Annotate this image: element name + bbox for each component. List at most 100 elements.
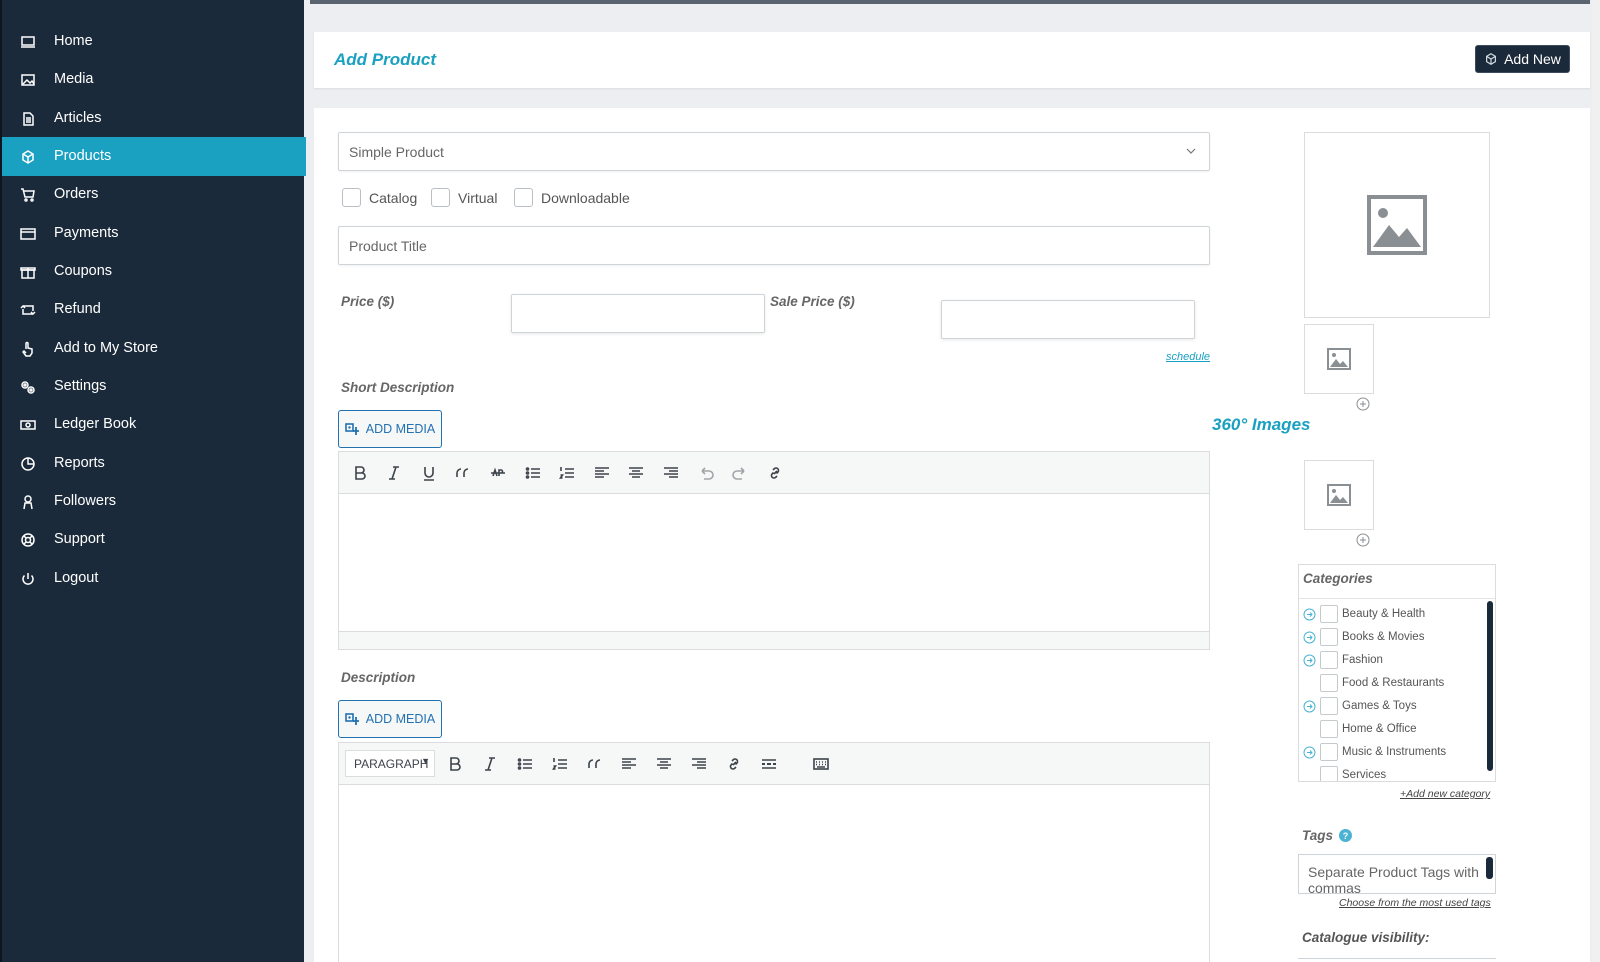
product-form: Simple Product Catalog Virtual Downloada… xyxy=(314,108,1590,962)
downloadable-checkbox[interactable] xyxy=(514,188,533,207)
link-icon[interactable] xyxy=(724,754,744,774)
expand-arrow-icon[interactable] xyxy=(1303,631,1316,644)
sidebar-item-reports[interactable]: Reports xyxy=(2,444,306,483)
top-shadow-strip xyxy=(310,0,1590,4)
bold-icon[interactable] xyxy=(445,754,465,774)
sidebar-item-followers[interactable]: Followers xyxy=(2,482,306,521)
sidebar-item-ledger-book[interactable]: Ledger Book xyxy=(2,405,306,444)
chevron-down-icon xyxy=(1186,148,1196,154)
categories-scrollbar[interactable] xyxy=(1487,601,1493,771)
tags-input[interactable]: Separate Product Tags with commas xyxy=(1298,854,1496,894)
category-label: Games & Toys xyxy=(1342,700,1417,712)
catalogue-visibility-field[interactable] xyxy=(1298,958,1496,962)
italic-icon[interactable] xyxy=(384,463,404,483)
gift-icon xyxy=(19,263,37,281)
category-checkbox[interactable] xyxy=(1320,674,1338,692)
virtual-option: Virtual xyxy=(431,188,497,207)
expand-arrow-icon[interactable] xyxy=(1303,608,1316,621)
bullet-list-icon[interactable] xyxy=(515,754,535,774)
help-icon[interactable]: ? xyxy=(1339,829,1353,842)
align-right-icon[interactable] xyxy=(689,754,709,774)
add-media-button[interactable]: ADD MEDIA xyxy=(338,700,442,738)
sidebar-item-add-to-my-store[interactable]: Add to My Store xyxy=(2,329,306,368)
virtual-checkbox[interactable] xyxy=(431,188,450,207)
blockquote-icon[interactable] xyxy=(585,754,605,774)
expand-arrow-icon[interactable] xyxy=(1303,654,1316,667)
add-media-button[interactable]: ADD MEDIA xyxy=(338,410,442,448)
editor-content-area[interactable] xyxy=(339,494,1209,631)
category-checkbox[interactable] xyxy=(1320,697,1338,715)
read-more-icon[interactable] xyxy=(759,754,779,774)
price-input[interactable] xyxy=(511,294,765,333)
category-checkbox[interactable] xyxy=(1320,766,1338,781)
sale-price-input[interactable] xyxy=(941,300,1195,339)
align-left-icon[interactable] xyxy=(619,754,639,774)
add-360-image-icon[interactable] xyxy=(1356,533,1370,547)
product-image-upload[interactable] xyxy=(1304,132,1490,318)
link-icon[interactable] xyxy=(765,463,785,483)
sidebar-item-label: Articles xyxy=(54,110,102,126)
sidebar-item-label: Ledger Book xyxy=(54,416,137,432)
category-checkbox[interactable] xyxy=(1320,743,1338,761)
italic-icon[interactable] xyxy=(480,754,500,774)
underline-icon[interactable] xyxy=(419,463,439,483)
tags-placeholder: Separate Product Tags with commas xyxy=(1308,864,1479,894)
product-type-select[interactable]: Simple Product xyxy=(338,132,1210,171)
keyboard-toggle-icon[interactable] xyxy=(811,754,831,774)
add-media-label: ADD MEDIA xyxy=(365,422,436,436)
sidebar-item-support[interactable]: Support xyxy=(2,520,306,559)
sidebar-item-products[interactable]: Products xyxy=(2,137,306,176)
category-item: Books & Movies xyxy=(1303,626,1424,648)
undo-icon[interactable] xyxy=(696,463,716,483)
sidebar-item-orders[interactable]: Orders xyxy=(2,175,306,214)
paragraph-format-select[interactable]: PARAGRAPH ▼ xyxy=(345,750,435,777)
align-left-icon[interactable] xyxy=(592,463,612,483)
blockquote-icon[interactable] xyxy=(453,463,473,483)
sidebar-item-label: Products xyxy=(54,148,112,164)
bullet-list-icon[interactable] xyxy=(523,463,543,483)
redo-icon[interactable] xyxy=(730,463,750,483)
image-360-upload[interactable] xyxy=(1304,460,1374,530)
choose-tags-link[interactable]: Choose from the most used tags xyxy=(1339,897,1491,909)
page-scrollbar[interactable] xyxy=(1592,0,1600,962)
categories-heading: Categories xyxy=(1299,565,1495,599)
category-checkbox[interactable] xyxy=(1320,651,1338,669)
catalog-checkbox[interactable] xyxy=(342,188,361,207)
sidebar-item-payments[interactable]: Payments xyxy=(2,214,306,253)
add-media-icon xyxy=(344,423,359,435)
align-center-icon[interactable] xyxy=(626,463,646,483)
downloadable-option: Downloadable xyxy=(514,188,630,207)
sale-price-label: Sale Price ($) xyxy=(770,294,855,309)
strikethrough-icon[interactable] xyxy=(488,463,508,483)
sidebar-item-settings[interactable]: Settings xyxy=(2,367,306,406)
align-center-icon[interactable] xyxy=(654,754,674,774)
sidebar-item-coupons[interactable]: Coupons xyxy=(2,252,306,291)
schedule-link[interactable]: schedule xyxy=(1166,351,1210,363)
editor-content-area[interactable] xyxy=(339,785,1209,962)
sidebar-item-label: Add to My Store xyxy=(54,340,158,356)
category-checkbox[interactable] xyxy=(1320,720,1338,738)
expand-arrow-icon[interactable] xyxy=(1303,746,1316,759)
editor-toolbar xyxy=(339,452,1209,494)
sidebar-item-articles[interactable]: Articles xyxy=(2,99,306,138)
bold-icon[interactable] xyxy=(350,463,370,483)
numbered-list-icon[interactable] xyxy=(550,754,570,774)
add-gallery-image-icon[interactable] xyxy=(1356,397,1370,411)
add-new-button[interactable]: Add New xyxy=(1475,45,1570,73)
numbered-list-icon[interactable] xyxy=(557,463,577,483)
tags-scrollbar[interactable] xyxy=(1486,857,1493,879)
add-new-category-link[interactable]: +Add new category xyxy=(1400,788,1490,800)
product-title-input[interactable]: Product Title xyxy=(338,226,1210,265)
gallery-image-upload[interactable] xyxy=(1304,324,1374,394)
sidebar-item-label: Orders xyxy=(54,186,99,202)
sidebar-item-logout[interactable]: Logout xyxy=(2,559,306,598)
page-header: Add Product Add New xyxy=(314,32,1590,88)
expand-arrow-icon[interactable] xyxy=(1303,700,1316,713)
category-checkbox[interactable] xyxy=(1320,628,1338,646)
category-checkbox[interactable] xyxy=(1320,605,1338,623)
sidebar-item-refund[interactable]: Refund xyxy=(2,290,306,329)
sidebar-item-media[interactable]: Media xyxy=(2,60,306,99)
align-right-icon[interactable] xyxy=(661,463,681,483)
sidebar-item-home[interactable]: Home xyxy=(2,22,306,61)
add-media-label: ADD MEDIA xyxy=(365,712,436,726)
